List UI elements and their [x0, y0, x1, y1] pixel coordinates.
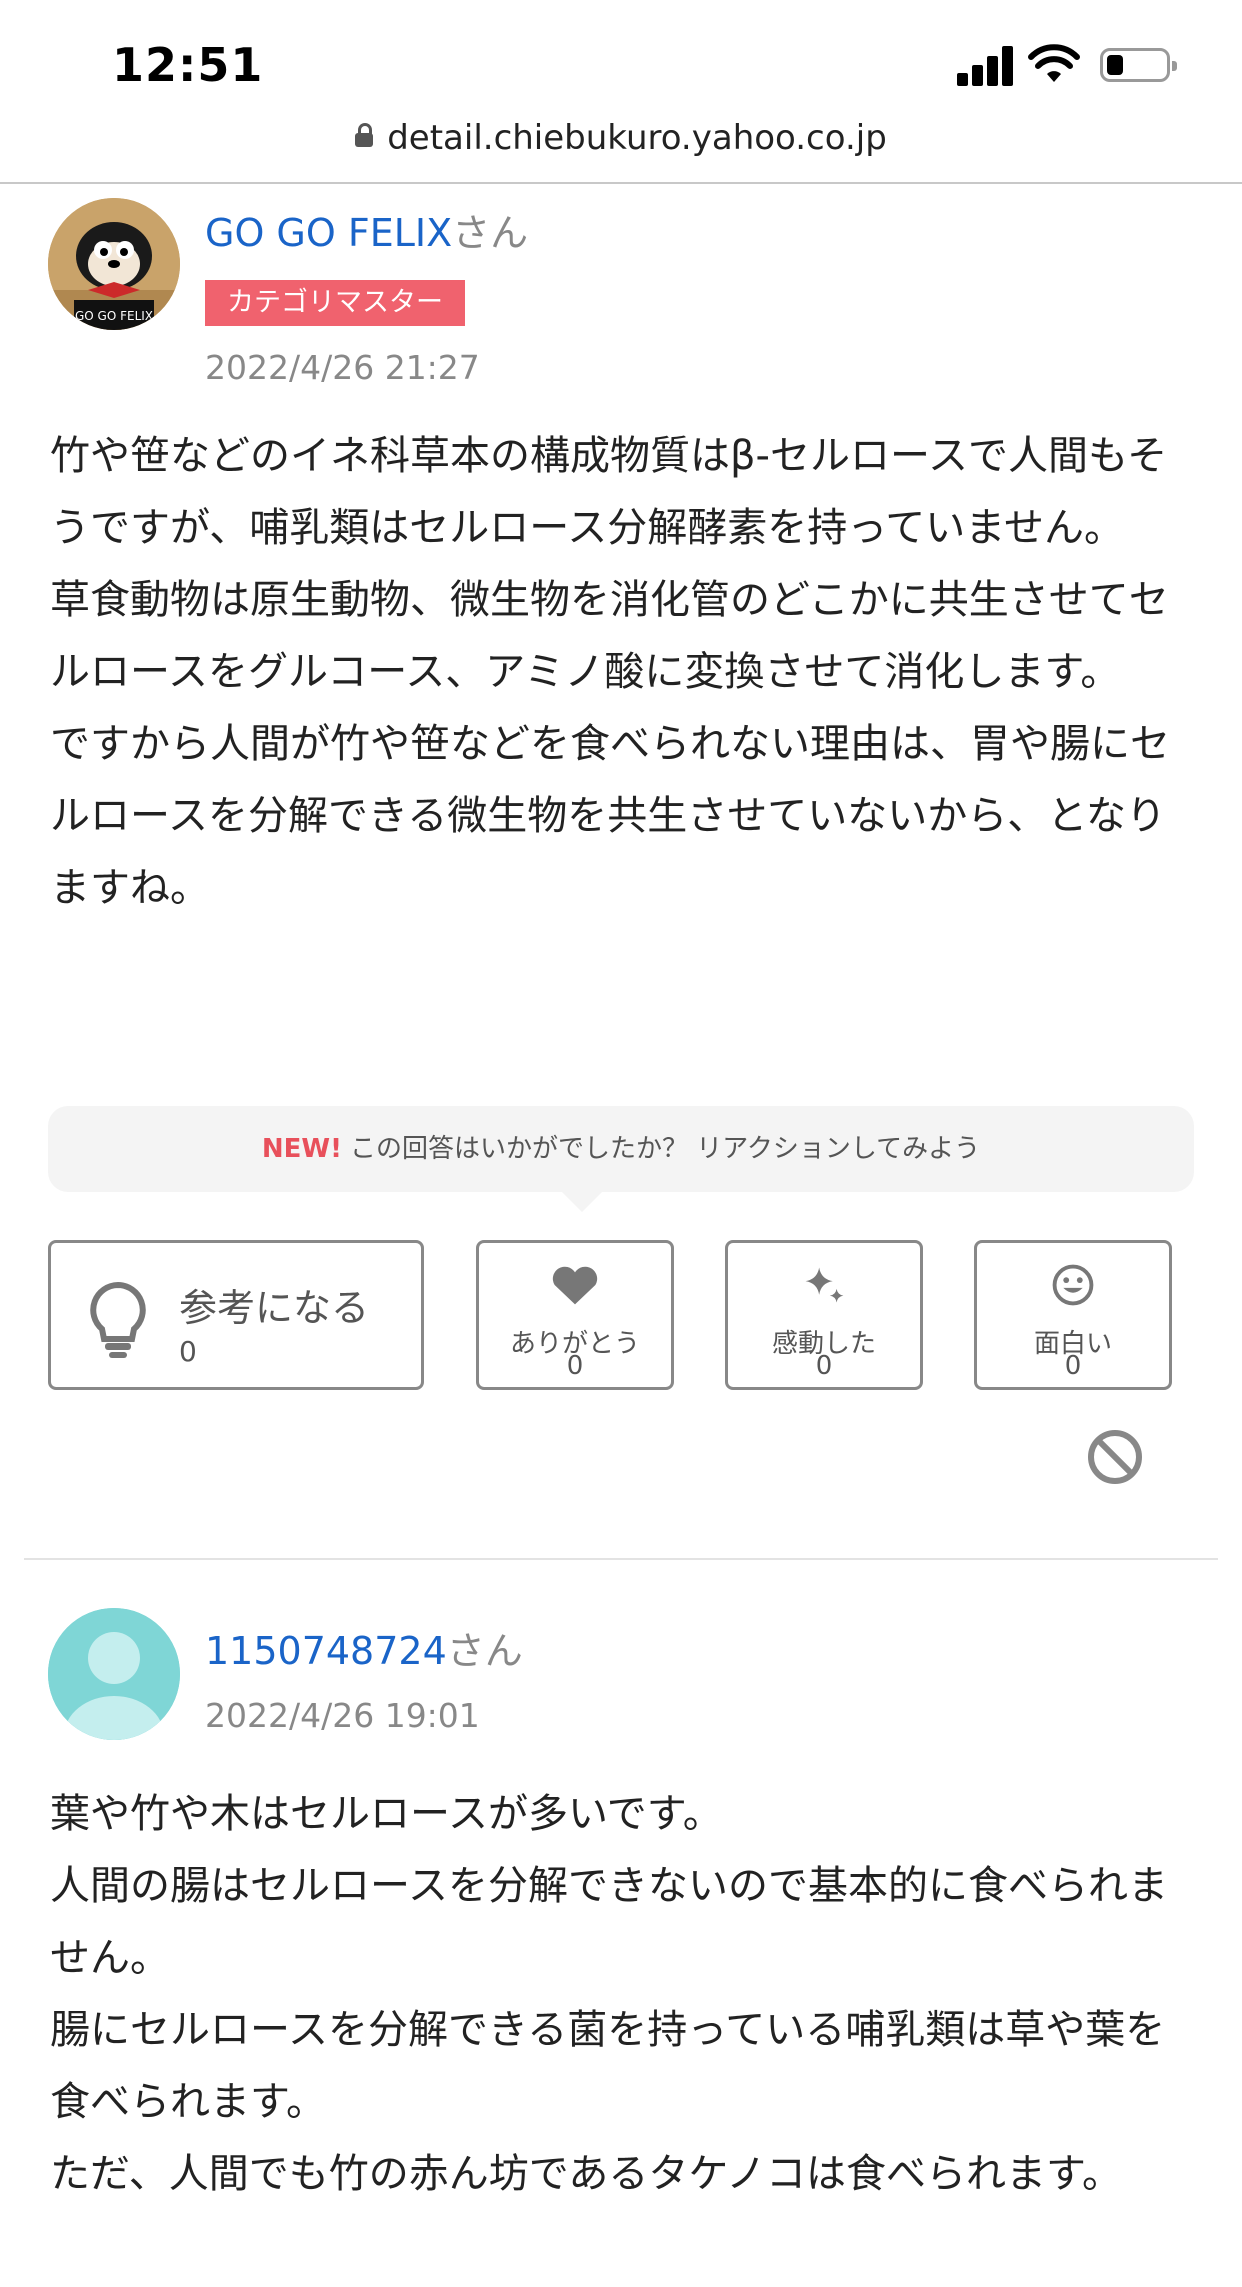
felix-avatar-image: GO GO FELIX [48, 198, 180, 330]
sparkle-icon [805, 1267, 844, 1303]
status-bar: 12:51 [0, 0, 1242, 112]
funny-count: 0 [1064, 1351, 1082, 1381]
category-master-badge: カテゴリマスター [205, 280, 465, 326]
answer-paragraph: 竹や笹などのイネ科草本の構成物質はβ-セルロースで人間もそうですが、哺乳類はセル… [50, 433, 1168, 551]
thanks-button[interactable]: ありがとう 0 [476, 1240, 674, 1390]
user-name-link[interactable]: GO GO FELIX [205, 211, 452, 255]
status-time: 12:51 [112, 38, 264, 92]
battery-icon [1100, 48, 1177, 82]
new-label: NEW! [261, 1134, 342, 1164]
avatar[interactable]: GO GO FELIX [48, 198, 180, 330]
answer-paragraph: 人間の腸はセルロースを分解できないので基本的に食べられません。 [50, 1863, 1168, 1981]
lightbulb-icon [90, 1281, 146, 1358]
moved-button[interactable]: 感動した 0 [725, 1240, 923, 1390]
funny-button[interactable]: 面白い 0 [974, 1240, 1172, 1390]
honorific: さん [452, 211, 529, 255]
heart-icon [552, 1266, 598, 1305]
honorific: さん [446, 1629, 523, 1673]
reaction-prompt: NEW! この回答はいかがでしたか？ リアクションしてみよう [48, 1106, 1194, 1192]
ban-icon[interactable] [1086, 1428, 1144, 1486]
moved-count: 0 [815, 1351, 833, 1381]
answer-paragraph: 葉や竹や木はセルロースが多いです。 [50, 1791, 723, 1837]
address-bar[interactable]: detail.chiebukuro.yahoo.co.jp [0, 118, 1242, 158]
helpful-label: 参考になる [179, 1286, 370, 1330]
user-name[interactable]: 1150748724さん [205, 1620, 523, 1675]
answer-date: 2022/4/26 19:01 [205, 1696, 480, 1735]
helpful-count: 0 [179, 1335, 197, 1368]
avatar[interactable] [48, 1608, 180, 1740]
url-text: detail.chiebukuro.yahoo.co.jp [387, 118, 887, 158]
signal-icon [957, 46, 1015, 86]
answer-body: 竹や笹などのイネ科草本の構成物質はβ-セルロースで人間もそうですが、哺乳類はセル… [50, 420, 1200, 924]
answer-divider [24, 1558, 1218, 1560]
avatar-text: GO GO FELIX [75, 309, 153, 323]
smile-icon [1052, 1264, 1094, 1306]
answer-paragraph: ただ、人間でも竹の赤ん坊であるタケノコは食べられます。 [50, 2151, 1122, 2197]
answer-paragraph: 草食動物は原生動物、微生物を消化管のどこかに共生させてセルロースをグルコース、ア… [50, 577, 1169, 695]
answer-body: 葉や竹や木はセルロースが多いです。 人間の腸はセルロースを分解できないので基本的… [50, 1778, 1200, 2210]
user-name[interactable]: GO GO FELIXさん [205, 202, 528, 257]
reaction-prompt-text: この回答はいかがでしたか？ リアクションしてみよう [349, 1134, 981, 1164]
answer-paragraph: 腸にセルロースを分解できる菌を持っている哺乳類は草や葉を食べられます。 [50, 2007, 1166, 2125]
answer-paragraph: ですから人間が竹や笹などを食べられない理由は、胃や腸にセルロースを分解できる微生… [50, 721, 1170, 911]
thanks-count: 0 [566, 1351, 584, 1381]
reaction-prompt-tail [560, 1190, 604, 1212]
helpful-button[interactable]: 参考になる 0 [48, 1240, 424, 1390]
lock-icon [355, 122, 374, 147]
answer-date: 2022/4/26 21:27 [205, 348, 480, 387]
wifi-icon [1028, 44, 1080, 82]
user-name-link[interactable]: 1150748724 [205, 1629, 447, 1673]
toolbar-divider [0, 182, 1242, 184]
default-avatar-icon [48, 1608, 180, 1740]
